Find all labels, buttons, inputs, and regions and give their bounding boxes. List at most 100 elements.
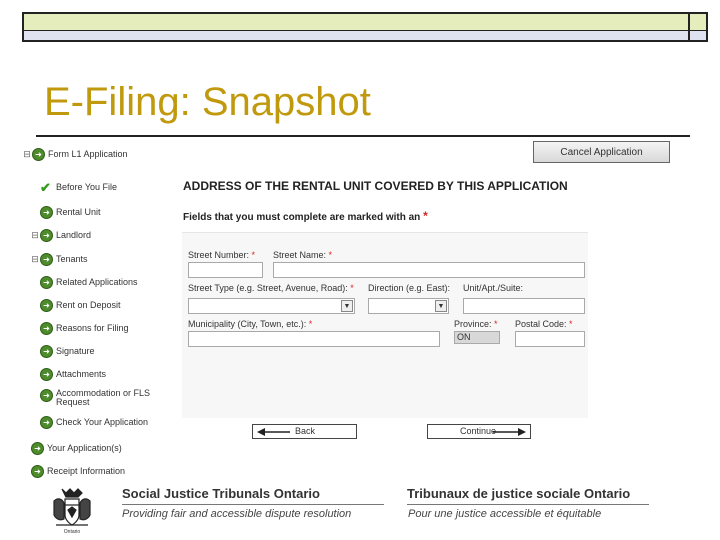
unit-input[interactable] <box>463 298 585 314</box>
green-arrow-icon: ➜ <box>31 464 44 478</box>
green-arrow-icon: ➜ <box>40 344 53 358</box>
nav-item-label: Rent on Deposit <box>56 299 121 310</box>
collapse-icon[interactable]: ⊟ <box>22 149 32 160</box>
green-arrow-icon: ➜ <box>40 252 53 266</box>
green-arrow-icon: ➜ <box>40 228 53 242</box>
nav-item-attachments[interactable]: ➜ Attachments <box>40 366 106 382</box>
collapse-icon[interactable]: ⊟ <box>30 254 40 265</box>
arrow-right-icon <box>493 428 526 436</box>
required-marker: * <box>423 209 428 223</box>
nav-item-label: Attachments <box>56 368 107 379</box>
postal-code-label: Postal Code: * <box>515 319 573 329</box>
nav-item-your-applications[interactable]: ➜ Your Application(s) <box>31 440 122 456</box>
street-type-select[interactable]: ▼ <box>188 298 355 314</box>
footer-divider-french <box>407 504 649 505</box>
nav-item-label: Reasons for Filing <box>56 322 129 333</box>
ontario-crest-logo: Ontario <box>53 488 91 535</box>
nav-item-label: Tenants <box>56 253 88 264</box>
nav-item-reasons-for-filing[interactable]: ➜ Reasons for Filing <box>40 320 129 336</box>
required-marker: * <box>308 319 313 329</box>
slide-title: E-Filing: Snapshot <box>44 80 371 124</box>
nav-item-accommodation-request[interactable]: ➜ Accommodation or FLS Request <box>40 389 150 409</box>
nav-item-label: Related Applications <box>56 276 138 287</box>
header-band-bottom <box>24 31 688 40</box>
required-marker: * <box>350 283 354 293</box>
nav-item-label: Signature <box>56 345 95 356</box>
province-label-text: Province: <box>454 319 492 329</box>
dropdown-arrow-icon[interactable]: ▼ <box>341 300 353 312</box>
nav-item-landlord[interactable]: ⊟ ➜ Landlord <box>30 227 91 243</box>
green-arrow-icon: ➜ <box>31 441 44 455</box>
green-arrow-icon: ➜ <box>40 389 53 402</box>
nav-item-label: Landlord <box>56 229 92 240</box>
nav-item-rent-on-deposit[interactable]: ➜ Rent on Deposit <box>40 297 121 313</box>
tagline-french: Pour une justice accessible et équitable <box>408 508 602 520</box>
street-name-input[interactable] <box>273 262 585 278</box>
required-fields-note: Fields that you must complete are marked… <box>183 209 428 223</box>
green-arrow-icon: ➜ <box>40 321 53 335</box>
street-number-label-text: Street Number: <box>188 250 250 260</box>
arrow-left-icon <box>257 428 290 436</box>
header-cell-top <box>688 14 706 31</box>
back-button-label: Back <box>295 426 316 436</box>
tagline-english: Providing fair and accessible dispute re… <box>122 508 352 520</box>
nav-item-check-your-application[interactable]: ➜ Check Your Application <box>40 414 148 430</box>
green-arrow-icon: ➜ <box>32 147 45 161</box>
nav-item-form-l1-application[interactable]: ⊟ ➜ Form L1 Application <box>22 146 128 162</box>
title-divider <box>36 135 690 137</box>
street-name-label: Street Name: * <box>273 250 332 260</box>
required-marker: * <box>251 250 256 260</box>
nav-item-label: Receipt Information <box>47 465 126 476</box>
nav-item-label: Rental Unit <box>56 206 101 217</box>
application-nav-tree: ⊟ ➜ Form L1 Application ✔ Before You Fil… <box>0 142 180 482</box>
header-cell-bottom <box>688 31 706 40</box>
green-arrow-icon: ➜ <box>40 275 53 289</box>
slide-header-bar <box>22 12 708 42</box>
direction-select[interactable]: ▼ <box>368 298 449 314</box>
nav-item-receipt-information[interactable]: ➜ Receipt Information <box>31 463 125 479</box>
collapse-icon[interactable]: ⊟ <box>30 230 40 241</box>
required-marker: * <box>569 319 573 329</box>
nav-item-tenants[interactable]: ⊟ ➜ Tenants <box>30 251 88 267</box>
continue-button-label: Continue <box>460 426 497 436</box>
green-arrow-icon: ➜ <box>40 367 53 381</box>
postal-code-input[interactable] <box>515 331 585 347</box>
nav-item-related-applications[interactable]: ➜ Related Applications <box>40 274 138 290</box>
nav-item-label: Check Your Application <box>56 416 149 427</box>
required-marker: * <box>328 250 333 260</box>
nav-item-rental-unit[interactable]: ➜ Rental Unit <box>40 204 101 220</box>
province-label: Province: * <box>454 319 498 329</box>
back-button[interactable]: Back <box>252 424 357 439</box>
nav-item-before-you-file[interactable]: ✔ Before You File <box>40 179 117 195</box>
street-number-label: Street Number: * <box>188 250 255 260</box>
cancel-application-button[interactable]: Cancel Application <box>533 141 670 163</box>
nav-item-label: Your Application(s) <box>47 442 122 453</box>
footer-divider-english <box>122 504 384 505</box>
green-arrow-icon: ➜ <box>40 415 53 429</box>
nav-item-label: Form L1 Application <box>48 148 128 159</box>
municipality-label: Municipality (City, Town, etc.): * <box>188 319 312 329</box>
street-name-label-text: Street Name: <box>273 250 327 260</box>
nav-item-signature[interactable]: ➜ Signature <box>40 343 95 359</box>
section-title: ADDRESS OF THE RENTAL UNIT COVERED BY TH… <box>183 179 568 193</box>
nav-item-label: Before You File <box>56 181 118 192</box>
postal-code-label-text: Postal Code: <box>515 319 567 329</box>
direction-label: Direction (e.g. East): <box>368 283 451 293</box>
green-arrow-icon: ➜ <box>40 205 53 219</box>
continue-button[interactable]: Continue <box>427 424 531 439</box>
dropdown-arrow-icon[interactable]: ▼ <box>435 300 447 312</box>
header-band-top <box>24 14 688 31</box>
street-number-input[interactable] <box>188 262 263 278</box>
checkmark-icon: ✔ <box>40 179 51 195</box>
municipality-label-text: Municipality (City, Town, etc.): <box>188 319 307 329</box>
crest-caption: Ontario <box>64 529 81 535</box>
org-name-english: Social Justice Tribunals Ontario <box>122 486 320 501</box>
nav-item-label-continued: Request <box>56 397 90 407</box>
municipality-input[interactable] <box>188 331 440 347</box>
green-arrow-icon: ➜ <box>40 298 53 312</box>
address-form-panel: Street Number: * Street Name: * Street T… <box>182 232 588 418</box>
required-note-text: Fields that you must complete are marked… <box>183 212 421 223</box>
unit-label: Unit/Apt./Suite: <box>463 283 524 293</box>
street-type-label-text: Street Type (e.g. Street, Avenue, Road): <box>188 283 348 293</box>
nav-item-label-group: Accommodation or FLS Request <box>56 389 150 407</box>
